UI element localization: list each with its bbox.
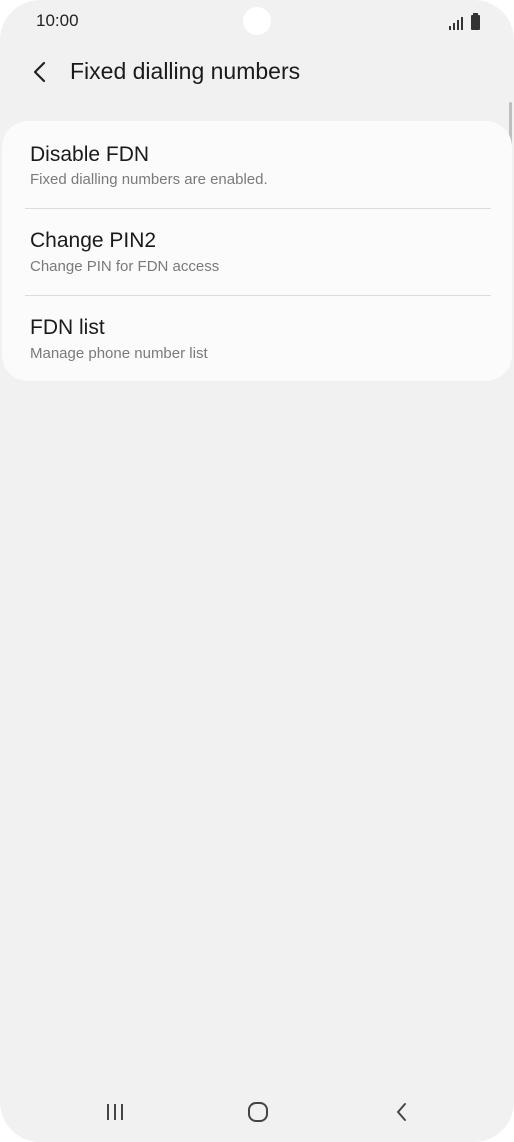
navigation-bar <box>0 1084 514 1140</box>
settings-card: Disable FDN Fixed dialling numbers are e… <box>2 121 512 381</box>
signal-icon <box>449 16 463 30</box>
status-icons <box>449 12 480 30</box>
fdn-list-item[interactable]: FDN list Manage phone number list <box>2 295 512 381</box>
item-title: Disable FDN <box>30 143 150 166</box>
item-subtitle: Manage phone number list <box>30 345 208 362</box>
back-button[interactable] <box>26 54 54 90</box>
front-camera <box>243 7 271 35</box>
home-icon <box>248 1102 268 1122</box>
battery-icon <box>471 13 480 30</box>
recent-apps-button[interactable] <box>93 1096 137 1128</box>
chevron-left-icon <box>33 61 46 83</box>
back-icon <box>397 1103 406 1121</box>
status-bar: 10:00 <box>0 0 514 44</box>
phone-screen: 10:00 Fixed dialling numbers Disable FDN… <box>0 0 514 1142</box>
nav-back-button[interactable] <box>380 1096 424 1128</box>
disable-fdn-item[interactable]: Disable FDN Fixed dialling numbers are e… <box>2 121 512 207</box>
item-subtitle: Change PIN for FDN access <box>30 258 220 275</box>
page-title: Fixed dialling numbers <box>70 58 301 84</box>
change-pin2-item[interactable]: Change PIN2 Change PIN for FDN access <box>2 208 512 294</box>
item-subtitle: Fixed dialling numbers are enabled. <box>30 171 268 188</box>
item-title: FDN list <box>30 316 105 339</box>
app-header: Fixed dialling numbers <box>0 44 514 100</box>
home-button[interactable] <box>236 1096 280 1128</box>
item-title: Change PIN2 <box>30 229 157 252</box>
recent-apps-icon <box>107 1104 123 1120</box>
status-time: 10:00 <box>36 11 79 30</box>
